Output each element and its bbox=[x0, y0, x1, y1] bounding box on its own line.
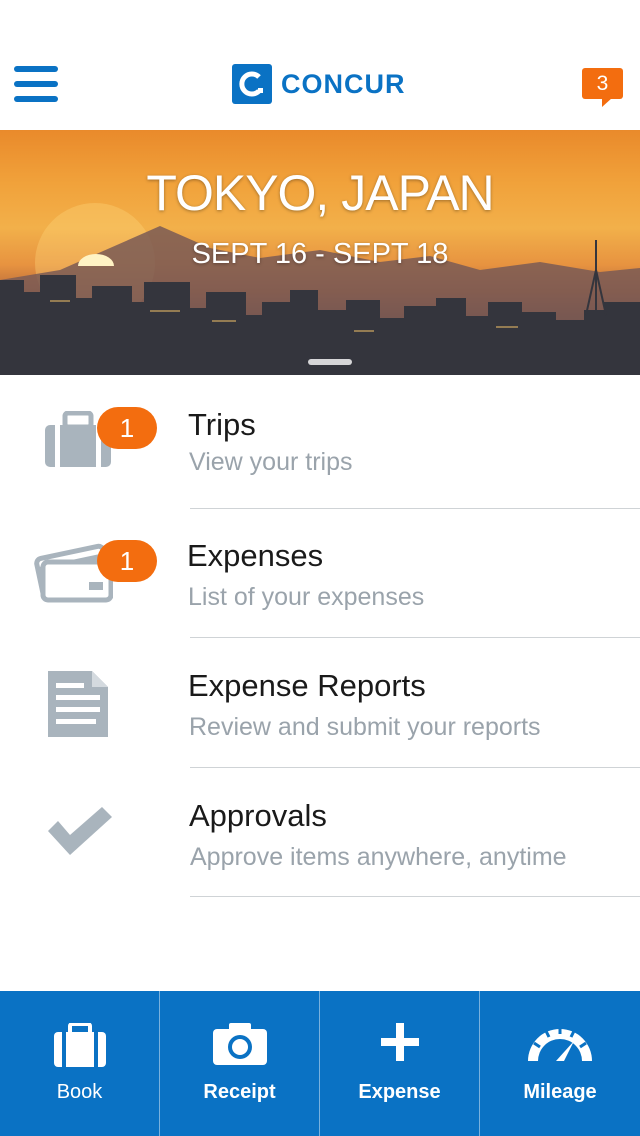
brand-name: CONCUR bbox=[281, 68, 406, 99]
trips-count-badge: 1 bbox=[97, 407, 157, 449]
speedometer-icon bbox=[528, 1027, 592, 1061]
briefcase-icon bbox=[53, 1023, 106, 1067]
menu-item-subtitle: View your trips bbox=[189, 448, 353, 476]
tab-receipt[interactable]: Receipt bbox=[160, 991, 320, 1136]
camera-icon bbox=[212, 1023, 267, 1065]
bottom-tab-bar: Book Receipt Expense Mileage bbox=[0, 991, 640, 1136]
menu-item-approvals[interactable]: Approvals Approve items anywhere, anytim… bbox=[0, 767, 640, 897]
checkmark-icon bbox=[48, 807, 112, 855]
notifications-button[interactable]: 3 bbox=[582, 68, 623, 108]
menu-item-expenses[interactable]: 1 Expenses List of your expenses bbox=[0, 508, 640, 638]
hamburger-menu-icon[interactable] bbox=[14, 66, 58, 104]
menu-item-expense-reports[interactable]: Expense Reports Review and submit your r… bbox=[0, 638, 640, 768]
app-screen: CONCUR 3 TOKYO, JAPAN SEPT 16 - SEPT 18 … bbox=[0, 0, 640, 1136]
tab-book[interactable]: Book bbox=[0, 991, 160, 1136]
page-indicator bbox=[308, 359, 352, 365]
app-header: CONCUR 3 bbox=[0, 0, 640, 130]
menu-item-title: Approvals bbox=[189, 798, 327, 833]
concur-logo-mark-icon bbox=[232, 64, 272, 104]
tab-label: Book bbox=[56, 1081, 103, 1103]
menu-item-title: Expenses bbox=[187, 538, 324, 573]
document-icon bbox=[48, 671, 108, 737]
tab-label: Mileage bbox=[523, 1081, 597, 1103]
menu-item-subtitle: Review and submit your reports bbox=[189, 713, 541, 741]
tab-mileage[interactable]: Mileage bbox=[480, 991, 640, 1136]
expenses-count-badge: 1 bbox=[97, 540, 157, 582]
notification-count-badge: 3 bbox=[582, 68, 623, 99]
menu-item-subtitle: Approve items anywhere, anytime bbox=[190, 843, 567, 871]
divider bbox=[190, 896, 640, 897]
menu-item-title: Trips bbox=[188, 407, 256, 442]
trip-destination: TOKYO, JAPAN bbox=[146, 165, 494, 221]
tab-expense[interactable]: Expense bbox=[320, 991, 480, 1136]
concur-logo: CONCUR bbox=[232, 64, 406, 104]
trip-dates: SEPT 16 - SEPT 18 bbox=[191, 238, 449, 270]
tab-label: Expense bbox=[358, 1081, 441, 1103]
menu-item-trips[interactable]: 1 Trips View your trips bbox=[0, 375, 640, 509]
menu-item-subtitle: List of your expenses bbox=[188, 583, 425, 611]
plus-icon bbox=[380, 1023, 419, 1061]
tab-label: Receipt bbox=[203, 1081, 276, 1103]
menu-item-title: Expense Reports bbox=[188, 668, 426, 703]
trip-hero-banner[interactable]: TOKYO, JAPAN SEPT 16 - SEPT 18 bbox=[0, 130, 640, 375]
